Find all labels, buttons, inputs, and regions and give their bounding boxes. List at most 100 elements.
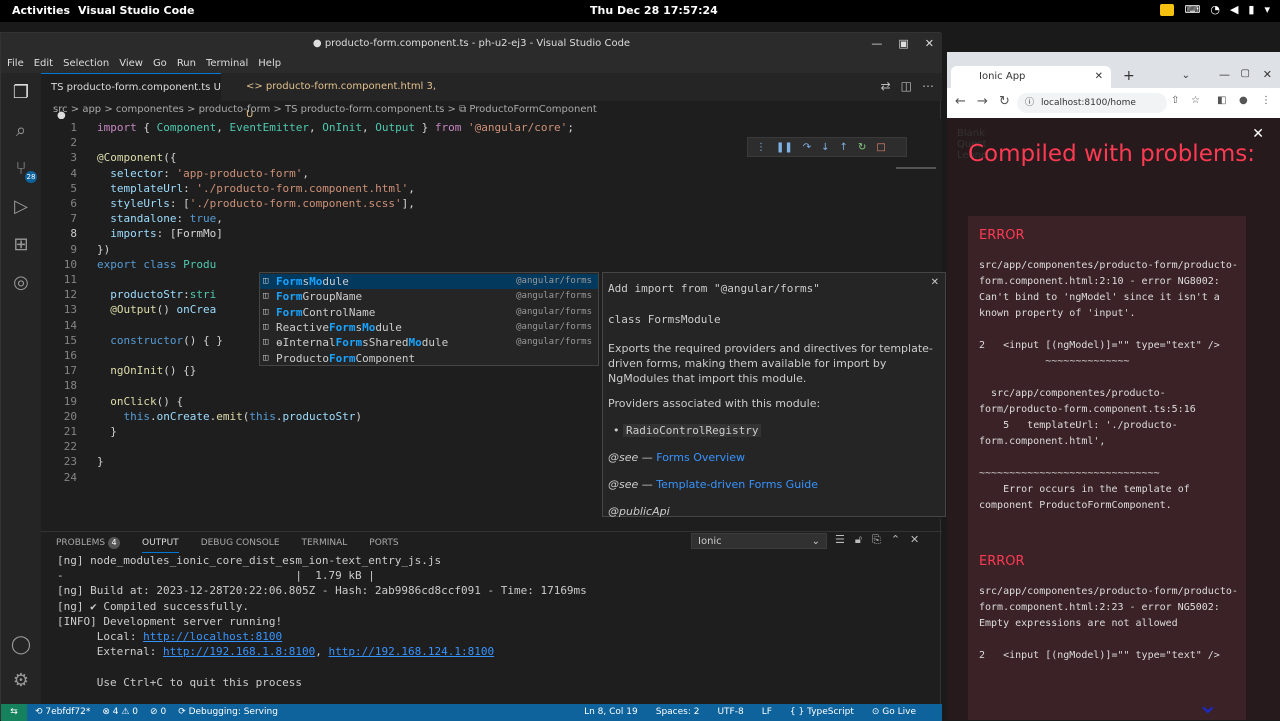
run-debug-icon[interactable]: ▷ <box>9 195 33 219</box>
external-url-link[interactable]: http://192.168.1.8:8100 <box>163 645 315 658</box>
back-icon[interactable]: ← <box>955 94 966 109</box>
menu-view[interactable]: View <box>119 55 143 73</box>
suggestion-item[interactable]: ◫ FormsModule @angular/forms <box>260 274 598 289</box>
suggestion-item[interactable]: ◫ ReactiveFormsModule @angular/forms <box>260 320 598 335</box>
debug-status[interactable]: ⟳ Debugging: Serving <box>178 704 278 721</box>
activities-button[interactable]: Activities <box>12 4 70 17</box>
minimize-icon[interactable]: — <box>1219 68 1230 81</box>
menu-selection[interactable]: Selection <box>63 55 109 73</box>
code-line[interactable]: } <box>97 425 117 438</box>
new-tab-icon[interactable]: + <box>1123 68 1135 84</box>
code-line[interactable]: export class Produ <box>97 258 216 271</box>
settings-gear-icon[interactable]: ⚙ <box>9 669 33 693</box>
keyboard-icon[interactable]: ⌨ <box>1184 3 1200 16</box>
suggestion-item[interactable]: ◫ FormControlName @angular/forms <box>260 305 598 320</box>
step-over-icon[interactable]: ↷ <box>803 142 811 153</box>
source-control-icon[interactable]: ⑂ 28 <box>9 157 37 183</box>
close-tab-icon[interactable]: ✕ <box>1095 66 1103 88</box>
branch-status[interactable]: ⟲ 7ebfdf72* <box>35 704 90 721</box>
code-line[interactable]: }) <box>97 243 110 256</box>
tab-ports[interactable]: PORTS <box>369 532 398 553</box>
extensions-icon[interactable]: ⊞ <box>9 233 33 257</box>
drag-handle-icon[interactable]: ⋮ <box>756 142 766 153</box>
menu-help[interactable]: Help <box>258 55 281 73</box>
site-info-icon[interactable]: ⓘ <box>1025 93 1034 113</box>
breadcrumb[interactable]: src > app > componentes > producto-form … <box>41 101 942 119</box>
code-line[interactable]: ngOnInit() {} <box>97 364 196 377</box>
search-icon[interactable]: ⌕ <box>9 119 33 143</box>
more-actions-icon[interactable]: ⋯ <box>922 79 934 93</box>
bookmark-star-icon[interactable]: ☆ <box>1191 95 1200 106</box>
accounts-icon[interactable]: ◯ <box>9 633 33 657</box>
suggestion-item[interactable]: ◫ ProductoFormComponent <box>260 351 598 366</box>
code-editor[interactable]: 1 import { Component, EventEmitter, OnIni… <box>41 119 946 519</box>
code-line[interactable]: onClick() { <box>97 395 183 408</box>
forms-overview-link[interactable]: Forms Overview <box>656 451 745 464</box>
go-live-button[interactable]: ⊙ Go Live <box>872 704 916 721</box>
eol[interactable]: LF <box>762 704 772 721</box>
profile-icon[interactable]: ● <box>1239 95 1248 106</box>
code-line[interactable]: standalone: true, <box>97 212 223 225</box>
tab-debug-console[interactable]: DEBUG CONSOLE <box>201 532 280 553</box>
code-line[interactable]: import { Component, EventEmitter, OnInit… <box>97 121 574 134</box>
share-icon[interactable]: ⇧ <box>1171 95 1179 106</box>
app-menu[interactable]: Visual Studio Code <box>78 4 195 17</box>
ports-status[interactable]: ⊘ 0 <box>150 704 166 721</box>
extension-icon[interactable] <box>1160 3 1175 16</box>
tab-problems[interactable]: PROBLEMS 4 <box>56 532 120 553</box>
template-forms-guide-link[interactable]: Template-driven Forms Guide <box>656 478 818 491</box>
minimap[interactable] <box>896 167 936 181</box>
maximize-panel-icon[interactable]: ⌃ <box>891 533 900 547</box>
close-panel-icon[interactable]: ✕ <box>910 533 919 547</box>
close-window-icon[interactable]: ✕ <box>1263 68 1272 81</box>
tab-producto-form-ts[interactable]: TS producto-form.component.ts U ● <box>41 73 221 121</box>
browser-tab[interactable]: Ionic App ✕ <box>951 66 1111 88</box>
minimize-icon[interactable]: — <box>871 33 882 55</box>
split-editor-icon[interactable]: ◫ <box>901 79 912 93</box>
restart-icon[interactable]: ↻ <box>858 142 866 153</box>
problems-status[interactable]: ⊗ 4 ⚠ 0 <box>102 704 138 721</box>
menu-run[interactable]: Run <box>177 55 196 73</box>
forward-icon[interactable]: → <box>977 94 988 109</box>
explorer-icon[interactable]: ❐ <box>9 81 33 105</box>
cursor-position[interactable]: Ln 8, Col 19 <box>584 704 638 721</box>
maximize-icon[interactable]: ▣ <box>898 33 908 55</box>
output-log[interactable]: [ng] node_modules_ionic_core_dist_esm_io… <box>57 553 937 703</box>
code-line[interactable]: this.onCreate.emit(this.productoStr) <box>97 410 362 423</box>
step-into-icon[interactable]: ↓ <box>821 142 829 153</box>
sidebar-icon[interactable]: ◧ <box>1217 95 1226 106</box>
suggestion-item[interactable]: ◫ FormGroupName @angular/forms <box>260 289 598 304</box>
code-line[interactable]: styleUrls: ['./producto-form.component.s… <box>97 197 415 210</box>
code-line[interactable]: productoStr:stri <box>97 288 216 301</box>
menu-terminal[interactable]: Terminal <box>206 55 248 73</box>
system-tray[interactable]: ⌨ ◔ ◀ ▮ ▾ <box>1160 3 1270 16</box>
code-line[interactable]: constructor() { } <box>97 334 223 347</box>
stop-icon[interactable]: □ <box>876 142 885 153</box>
local-url-link[interactable]: http://localhost:8100 <box>143 630 282 643</box>
tab-terminal[interactable]: TERMINAL <box>302 532 348 553</box>
close-icon[interactable]: ✕ <box>925 33 934 55</box>
language-mode[interactable]: { } TypeScript <box>790 704 854 721</box>
remote-indicator-icon[interactable]: ⇆ <box>1 704 27 721</box>
filter-icon[interactable]: ☰ <box>835 533 845 547</box>
menu-go[interactable]: Go <box>153 55 167 73</box>
encoding[interactable]: UTF-8 <box>717 704 743 721</box>
code-line[interactable]: @Output() onCrea <box>97 303 216 316</box>
address-bar[interactable]: ⓘ localhost:8100/home <box>1017 93 1167 113</box>
reload-icon[interactable]: ↻ <box>999 94 1010 109</box>
compare-icon[interactable]: ⇄ <box>881 79 891 93</box>
lock-icon[interactable]: 🔓︎ <box>855 533 862 547</box>
maximize-icon[interactable]: ▢ <box>1241 68 1250 79</box>
pause-icon[interactable]: ❚❚ <box>776 142 793 153</box>
menu-edit[interactable]: Edit <box>34 55 53 73</box>
external-url-link-2[interactable]: http://192.168.124.1:8100 <box>329 645 495 658</box>
indentation[interactable]: Spaces: 2 <box>656 704 700 721</box>
output-channel-select[interactable]: Ionic ⌄ <box>691 533 827 549</box>
code-line[interactable]: } <box>97 455 104 468</box>
clock[interactable]: Thu Dec 28 17:57:24 <box>590 4 718 17</box>
code-line[interactable]: @Component({ <box>97 151 176 164</box>
code-line[interactable]: imports: [FormMo] <box>97 227 223 240</box>
browser-menu-icon[interactable]: ⋮ <box>1261 95 1271 106</box>
code-line[interactable]: selector: 'app-producto-form', <box>97 167 309 180</box>
scroll-down-chevron-icon[interactable]: ⌄ <box>1197 690 1219 720</box>
